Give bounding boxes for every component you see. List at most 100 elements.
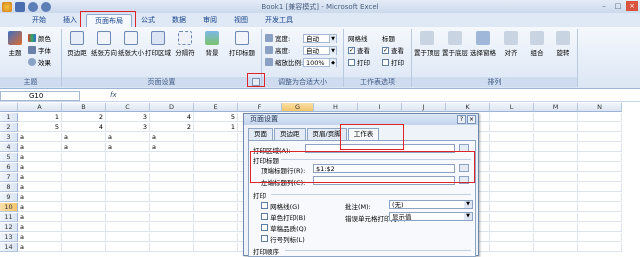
grid-cell[interactable]: a [106, 143, 150, 152]
grid-cell[interactable] [490, 203, 534, 212]
grid-cell[interactable]: a [18, 183, 62, 192]
column-header[interactable]: H [314, 103, 358, 112]
width-select[interactable]: 自动 ▼ [303, 33, 337, 43]
grid-cell[interactable] [578, 233, 622, 242]
headings-print-checkbox[interactable]: 打印 [382, 57, 404, 67]
row-header[interactable]: 6 [0, 163, 18, 172]
align-button[interactable]: 对齐 [498, 31, 524, 57]
grid-cell[interactable] [194, 153, 238, 162]
grid-cell[interactable] [194, 203, 238, 212]
grid-cell[interactable] [62, 243, 106, 252]
grid-cell[interactable] [62, 213, 106, 222]
size-button[interactable]: 纸张大小 [118, 31, 144, 57]
row-header[interactable]: 3 [0, 133, 18, 142]
grid-cell[interactable] [106, 243, 150, 252]
grid-cell[interactable] [534, 203, 578, 212]
grid-cell[interactable] [578, 133, 622, 142]
column-header[interactable]: F [238, 103, 282, 112]
row-header[interactable]: 14 [0, 243, 18, 252]
grid-cell[interactable] [150, 223, 194, 232]
grid-cell[interactable]: a [18, 153, 62, 162]
name-box[interactable]: G10 [0, 91, 80, 101]
grid-cell[interactable]: a [18, 213, 62, 222]
grid-cell[interactable] [490, 153, 534, 162]
dialog-tab-margins[interactable]: 页边距 [274, 128, 306, 140]
fonts-button[interactable]: 字体 [28, 45, 51, 55]
grid-cell[interactable] [490, 113, 534, 122]
grid-cell[interactable] [534, 163, 578, 172]
print-area-button[interactable]: 打印区域 [145, 31, 171, 57]
rotate-button[interactable]: 旋转 [550, 31, 576, 57]
column-header[interactable]: K [446, 103, 490, 112]
tab-formulas[interactable]: 公式 [133, 14, 163, 27]
grid-cell[interactable] [62, 193, 106, 202]
grid-cell[interactable] [106, 223, 150, 232]
grid-cell[interactable] [194, 183, 238, 192]
grid-cell[interactable] [534, 173, 578, 182]
row-header[interactable]: 11 [0, 213, 18, 222]
row-header[interactable]: 2 [0, 123, 18, 132]
gridlines-print-checkbox[interactable]: 打印 [348, 57, 370, 67]
grid-cell[interactable]: 5 [18, 123, 62, 132]
grid-cell[interactable] [578, 163, 622, 172]
grid-cell[interactable] [194, 163, 238, 172]
grid-cell[interactable] [534, 193, 578, 202]
row-header[interactable]: 12 [0, 223, 18, 232]
grid-cell[interactable] [490, 233, 534, 242]
grid-cell[interactable]: 3 [106, 123, 150, 132]
grid-cell[interactable] [490, 183, 534, 192]
grid-cell[interactable] [490, 163, 534, 172]
grid-cell[interactable]: a [106, 133, 150, 142]
grid-cell[interactable] [106, 183, 150, 192]
row-header[interactable]: 5 [0, 153, 18, 162]
grid-cell[interactable] [150, 173, 194, 182]
grid-cell[interactable] [490, 123, 534, 132]
grid-cell[interactable] [490, 193, 534, 202]
grid-cell[interactable] [62, 223, 106, 232]
grid-cell[interactable] [106, 203, 150, 212]
grid-cell[interactable] [534, 133, 578, 142]
breaks-button[interactable]: 分隔符 [172, 31, 198, 57]
column-header[interactable]: I [358, 103, 402, 112]
print-titles-button[interactable]: 打印标题 [226, 31, 258, 57]
row-header[interactable]: 13 [0, 233, 18, 242]
group-button[interactable]: 组合 [524, 31, 550, 57]
help-icon[interactable]: ? [457, 115, 466, 124]
errors-select[interactable]: 显示值 ▼ [389, 212, 473, 221]
grid-cell[interactable]: a [18, 223, 62, 232]
grid-cell[interactable]: a [18, 243, 62, 252]
headings-view-checkbox[interactable]: ✓ 查看 [382, 45, 404, 55]
maximize-icon[interactable]: □ [612, 1, 624, 11]
grid-cell[interactable] [150, 193, 194, 202]
grid-cell[interactable]: a [150, 143, 194, 152]
grid-cell[interactable]: 2 [62, 113, 106, 122]
grid-cell[interactable]: a [18, 233, 62, 242]
grid-cell[interactable]: 2 [150, 123, 194, 132]
tab-view[interactable]: 视图 [226, 14, 256, 27]
grid-cell[interactable]: 3 [106, 113, 150, 122]
tab-review[interactable]: 审阅 [195, 14, 225, 27]
grid-cell[interactable] [578, 173, 622, 182]
grid-cell[interactable] [534, 243, 578, 252]
column-header[interactable]: J [402, 103, 446, 112]
effects-button[interactable]: 效果 [28, 57, 51, 67]
comments-select[interactable]: (无) ▼ [389, 200, 473, 209]
grid-cell[interactable] [194, 133, 238, 142]
colors-button[interactable]: 颜色 [28, 33, 51, 43]
grid-cell[interactable]: a [18, 203, 62, 212]
grid-cell[interactable] [62, 163, 106, 172]
column-header[interactable]: B [62, 103, 106, 112]
grid-cell[interactable] [194, 173, 238, 182]
row-header[interactable]: 10 [0, 203, 18, 212]
grid-cell[interactable] [62, 153, 106, 162]
row-header[interactable]: 7 [0, 173, 18, 182]
grid-cell[interactable] [578, 113, 622, 122]
close-icon[interactable]: × [626, 1, 638, 11]
background-button[interactable]: 背景 [199, 31, 225, 57]
grid-cell[interactable]: 4 [150, 113, 194, 122]
grid-cell[interactable] [150, 243, 194, 252]
grid-cell[interactable] [62, 233, 106, 242]
grid-cell[interactable] [578, 123, 622, 132]
grid-cell[interactable] [106, 153, 150, 162]
fx-icon[interactable]: fx [110, 91, 117, 99]
